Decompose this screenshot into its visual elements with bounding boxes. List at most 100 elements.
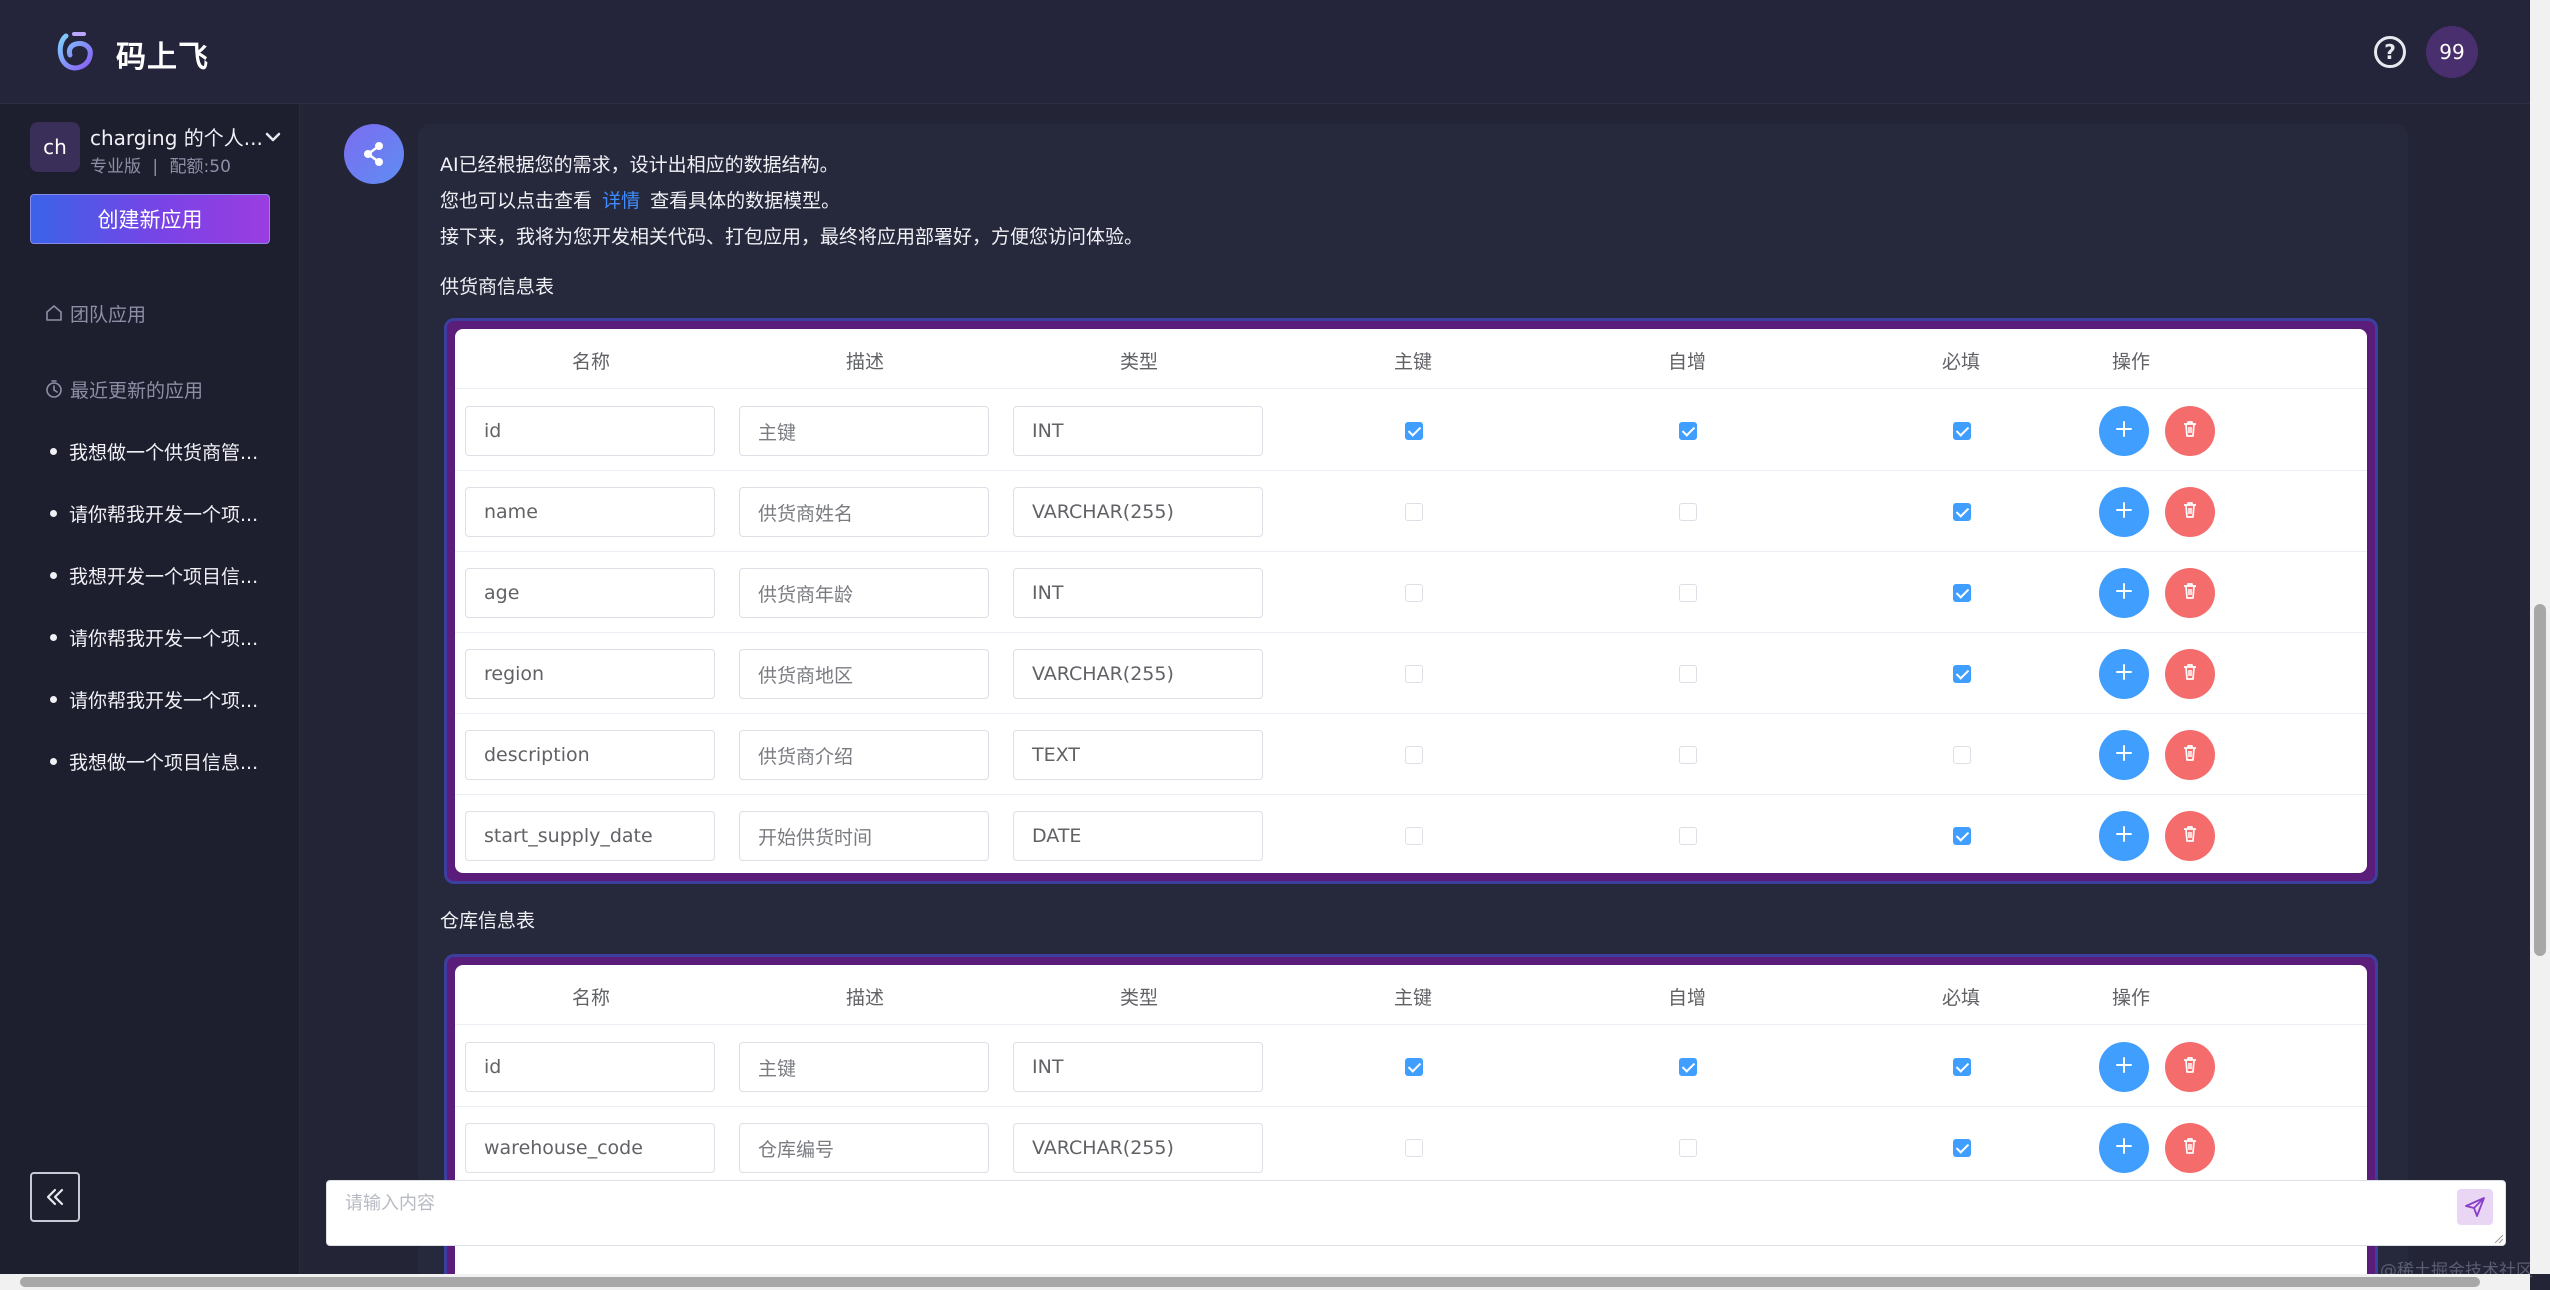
field-desc-input[interactable]: 开始供货时间 [739, 811, 989, 861]
recent-app-item[interactable]: 我想开发一个项目信... [50, 560, 258, 590]
column-header-type: 类型 [1119, 351, 1159, 373]
message-text: 查看具体的数据模型。 [650, 190, 841, 212]
resize-grip-icon[interactable] [2493, 1233, 2503, 1243]
field-desc-input[interactable]: 供货商年龄 [739, 568, 989, 618]
field-desc-input[interactable]: 主键 [739, 1042, 989, 1092]
field-type-input[interactable]: INT [1013, 568, 1263, 618]
field-type-input[interactable]: VARCHAR(255) [1013, 1123, 1263, 1173]
add-row-button[interactable] [2099, 487, 2149, 537]
delete-row-button[interactable] [2165, 406, 2215, 456]
flying-code-logo-icon[interactable] [54, 30, 96, 72]
trash-icon [2179, 823, 2201, 849]
field-desc-input[interactable]: 供货商地区 [739, 649, 989, 699]
delete-row-button[interactable] [2165, 568, 2215, 618]
field-name-input[interactable]: name [465, 487, 715, 537]
required-checkbox[interactable] [1953, 827, 1971, 845]
message-line-1: AI已经根据您的需求，设计出相应的数据结构。 [440, 154, 839, 176]
add-row-button[interactable] [2099, 811, 2149, 861]
auto-increment-checkbox[interactable] [1679, 665, 1697, 683]
field-desc-input[interactable]: 供货商姓名 [739, 487, 989, 537]
auto-increment-checkbox[interactable] [1679, 1139, 1697, 1157]
sidebar-item-label: 最近更新的应用 [70, 379, 204, 402]
primary-key-checkbox[interactable] [1405, 827, 1423, 845]
delete-row-button[interactable] [2165, 811, 2215, 861]
user-avatar[interactable]: 99 [2426, 26, 2478, 78]
field-type-input[interactable]: VARCHAR(255) [1013, 487, 1263, 537]
field-name-input[interactable]: age [465, 568, 715, 618]
primary-key-checkbox[interactable] [1405, 1139, 1423, 1157]
recent-app-item[interactable]: 请你帮我开发一个项... [50, 622, 258, 652]
share-nodes-icon [364, 142, 383, 166]
field-type-input[interactable]: DATE [1013, 811, 1263, 861]
collapse-sidebar-button[interactable] [30, 1172, 80, 1222]
field-name-input[interactable]: warehouse_code [465, 1123, 715, 1173]
sidebar-item-team-apps[interactable]: 团队应用 [44, 298, 146, 328]
field-name-input[interactable]: region [465, 649, 715, 699]
trash-icon [2179, 580, 2201, 606]
primary-key-checkbox[interactable] [1405, 503, 1423, 521]
delete-row-button[interactable] [2165, 730, 2215, 780]
primary-key-checkbox[interactable] [1405, 746, 1423, 764]
chevron-down-icon[interactable] [262, 126, 284, 148]
recent-app-label: 我想做一个供货商管... [69, 441, 259, 464]
primary-key-checkbox[interactable] [1405, 584, 1423, 602]
recent-app-item[interactable]: 请你帮我开发一个项... [50, 498, 258, 528]
field-name-input[interactable]: description [465, 730, 715, 780]
field-name-input[interactable]: start_supply_date [465, 811, 715, 861]
auto-increment-checkbox[interactable] [1679, 503, 1697, 521]
field-type-input[interactable]: TEXT [1013, 730, 1263, 780]
required-checkbox[interactable] [1953, 422, 1971, 440]
auto-increment-checkbox[interactable] [1679, 746, 1697, 764]
account-separator: | [152, 157, 159, 177]
column-header-pk: 主键 [1393, 351, 1433, 373]
auto-increment-checkbox[interactable] [1679, 1058, 1697, 1076]
required-checkbox[interactable] [1953, 746, 1971, 764]
data-table: 名称 描述 类型 主键 自增 必填 操作 id 主键 INT name 供货商姓名 VAR… [455, 329, 2367, 873]
required-checkbox[interactable] [1953, 1139, 1971, 1157]
auto-increment-checkbox[interactable] [1679, 584, 1697, 602]
delete-row-button[interactable] [2165, 487, 2215, 537]
field-type-input[interactable]: INT [1013, 1042, 1263, 1092]
delete-row-button[interactable] [2165, 649, 2215, 699]
create-app-button[interactable]: 创建新应用 [30, 194, 270, 244]
add-row-button[interactable] [2099, 649, 2149, 699]
account-name[interactable]: charging 的个人... [90, 122, 263, 151]
primary-key-checkbox[interactable] [1405, 1058, 1423, 1076]
add-row-button[interactable] [2099, 1042, 2149, 1092]
field-desc-input[interactable]: 供货商介绍 [739, 730, 989, 780]
required-checkbox[interactable] [1953, 584, 1971, 602]
required-checkbox[interactable] [1953, 1058, 1971, 1076]
field-type-input[interactable]: INT [1013, 406, 1263, 456]
primary-key-checkbox[interactable] [1405, 422, 1423, 440]
account-avatar[interactable]: ch [30, 122, 80, 172]
sidebar-item-recent-apps[interactable]: 最近更新的应用 [44, 374, 203, 404]
table-row: warehouse_code 仓库编号 VARCHAR(255) [455, 1107, 2367, 1188]
auto-increment-checkbox[interactable] [1679, 827, 1697, 845]
chat-input[interactable]: 请输入内容 [326, 1180, 2506, 1246]
add-row-button[interactable] [2099, 406, 2149, 456]
question-circle-icon[interactable]: ? [2374, 36, 2406, 68]
primary-key-checkbox[interactable] [1405, 665, 1423, 683]
details-link[interactable]: 详情 [602, 190, 640, 212]
field-name-input[interactable]: id [465, 406, 715, 456]
add-row-button[interactable] [2099, 1123, 2149, 1173]
field-desc-input[interactable]: 仓库编号 [739, 1123, 989, 1173]
plus-icon [2113, 499, 2135, 525]
recent-app-item[interactable]: 请你帮我开发一个项... [50, 684, 258, 714]
required-checkbox[interactable] [1953, 665, 1971, 683]
auto-increment-checkbox[interactable] [1679, 422, 1697, 440]
field-name-input[interactable]: id [465, 1042, 715, 1092]
recent-app-item[interactable]: 我想做一个供货商管... [50, 436, 258, 466]
required-checkbox[interactable] [1953, 503, 1971, 521]
field-type-input[interactable]: VARCHAR(255) [1013, 649, 1263, 699]
delete-row-button[interactable] [2165, 1042, 2215, 1092]
delete-row-button[interactable] [2165, 1123, 2215, 1173]
horizontal-scrollbar-thumb[interactable] [20, 1277, 2480, 1287]
add-row-button[interactable] [2099, 568, 2149, 618]
table-row: start_supply_date 开始供货时间 DATE [455, 795, 2367, 873]
field-desc-input[interactable]: 主键 [739, 406, 989, 456]
vertical-scrollbar-thumb[interactable] [2534, 604, 2546, 956]
add-row-button[interactable] [2099, 730, 2149, 780]
recent-app-item[interactable]: 我想做一个项目信息... [50, 746, 258, 776]
send-button[interactable] [2457, 1189, 2493, 1225]
